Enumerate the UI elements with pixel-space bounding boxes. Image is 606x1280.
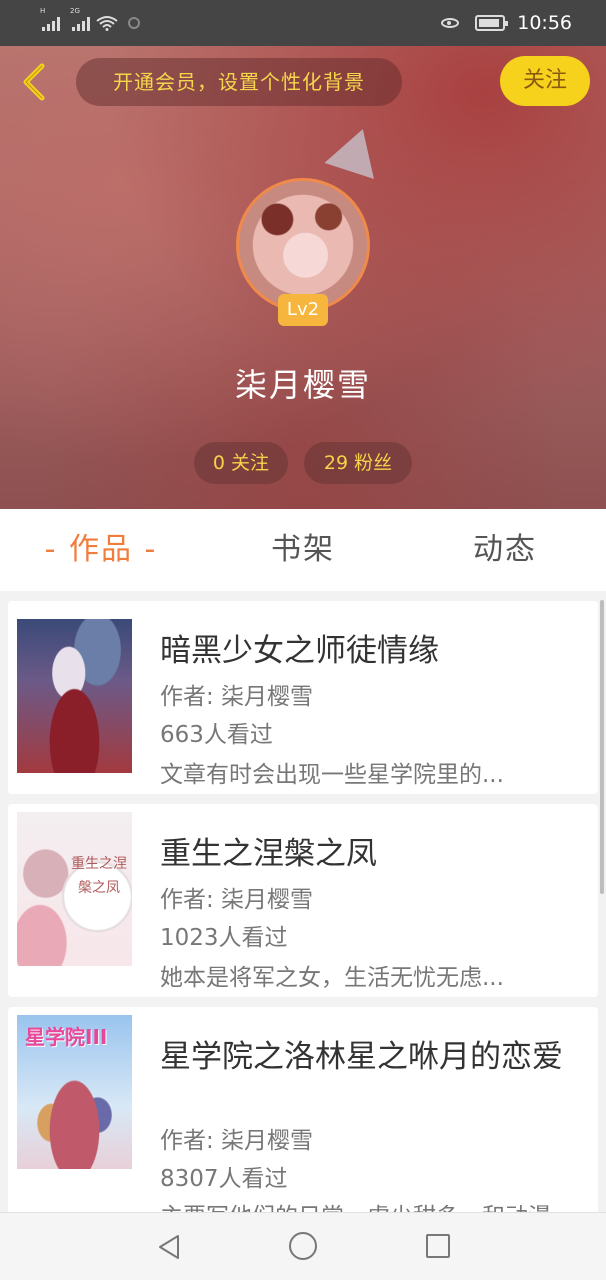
book-summary: 文章有时会出现一些星学院里的... bbox=[160, 762, 504, 788]
tab-activity[interactable]: 动态 bbox=[404, 509, 606, 591]
profile-header: 开通会员，设置个性化背景 关注 Lv2 柒月樱雪 0 关注 29 粉丝 bbox=[0, 46, 606, 509]
status-bar: H 2G 10:56 bbox=[0, 0, 606, 46]
avatar[interactable] bbox=[236, 178, 370, 312]
cell-signal-2-icon: 2G bbox=[70, 7, 90, 31]
avatar-wrapper bbox=[236, 178, 370, 312]
following-count-button[interactable]: 0 关注 bbox=[194, 442, 288, 484]
clock: 10:56 bbox=[517, 12, 572, 34]
triangle-back-icon[interactable] bbox=[156, 1233, 182, 1261]
scrollbar[interactable] bbox=[600, 600, 604, 894]
user-name: 柒月樱雪 bbox=[234, 366, 371, 404]
back-chevron-icon[interactable] bbox=[18, 62, 48, 102]
list-item[interactable]: 星学院III 星学院之洛林星之咻月的恋爱 作者: 柒月樱雪 8307人看过 主要… bbox=[8, 1007, 598, 1237]
crown-decoration-icon bbox=[324, 121, 388, 179]
square-recent-icon[interactable] bbox=[426, 1234, 450, 1258]
follow-button[interactable]: 关注 bbox=[500, 56, 590, 106]
book-title: 暗黑少女之师徒情缘 bbox=[160, 633, 439, 669]
book-author: 作者: 柒月樱雪 bbox=[160, 1128, 314, 1154]
status-icons-right: 10:56 bbox=[441, 12, 572, 34]
system-nav-bar bbox=[0, 1212, 606, 1280]
battery-icon bbox=[475, 15, 509, 31]
book-title: 重生之涅槃之凤 bbox=[160, 836, 377, 872]
eye-comfort-icon bbox=[441, 18, 460, 28]
status-icons-left: H 2G bbox=[40, 7, 140, 31]
book-cover bbox=[17, 619, 132, 773]
search-status-icon bbox=[128, 17, 140, 29]
cover-text: 重生之涅槃之凤 bbox=[71, 856, 127, 896]
level-badge: Lv2 bbox=[278, 294, 328, 326]
list-item[interactable]: 暗黑少女之师徒情缘 作者: 柒月樱雪 663人看过 文章有时会出现一些星学院里的… bbox=[8, 601, 598, 794]
book-title: 星学院之洛林星之咻月的恋爱 bbox=[160, 1039, 563, 1075]
book-views: 663人看过 bbox=[160, 722, 273, 748]
circle-home-icon[interactable] bbox=[289, 1232, 317, 1260]
book-author: 作者: 柒月樱雪 bbox=[160, 887, 314, 913]
fans-count-button[interactable]: 29 粉丝 bbox=[304, 442, 412, 484]
book-summary: 她本是将军之女，生活无忧无虑... bbox=[160, 965, 504, 991]
profile-tabs: - 作品 - 书架 动态 bbox=[0, 509, 606, 591]
book-views: 1023人看过 bbox=[160, 925, 288, 951]
book-cover: 星学院III bbox=[17, 1015, 132, 1169]
wifi-icon bbox=[96, 16, 118, 31]
tab-works[interactable]: - 作品 - bbox=[0, 509, 202, 591]
signal-2-tag: 2G bbox=[70, 7, 80, 15]
tab-bookshelf[interactable]: 书架 bbox=[202, 509, 404, 591]
book-views: 8307人看过 bbox=[160, 1166, 288, 1192]
signal-1-tag: H bbox=[40, 7, 46, 15]
cover-logo: 星学院III bbox=[25, 1025, 108, 1049]
book-author: 作者: 柒月樱雪 bbox=[160, 684, 314, 710]
cell-signal-1-icon: H bbox=[40, 7, 60, 31]
list-item[interactable]: 重生之涅槃之凤 重生之涅槃之凤 作者: 柒月樱雪 1023人看过 她本是将军之女… bbox=[8, 804, 598, 997]
vip-background-banner[interactable]: 开通会员，设置个性化背景 bbox=[76, 58, 402, 106]
book-cover: 重生之涅槃之凤 bbox=[17, 812, 132, 966]
